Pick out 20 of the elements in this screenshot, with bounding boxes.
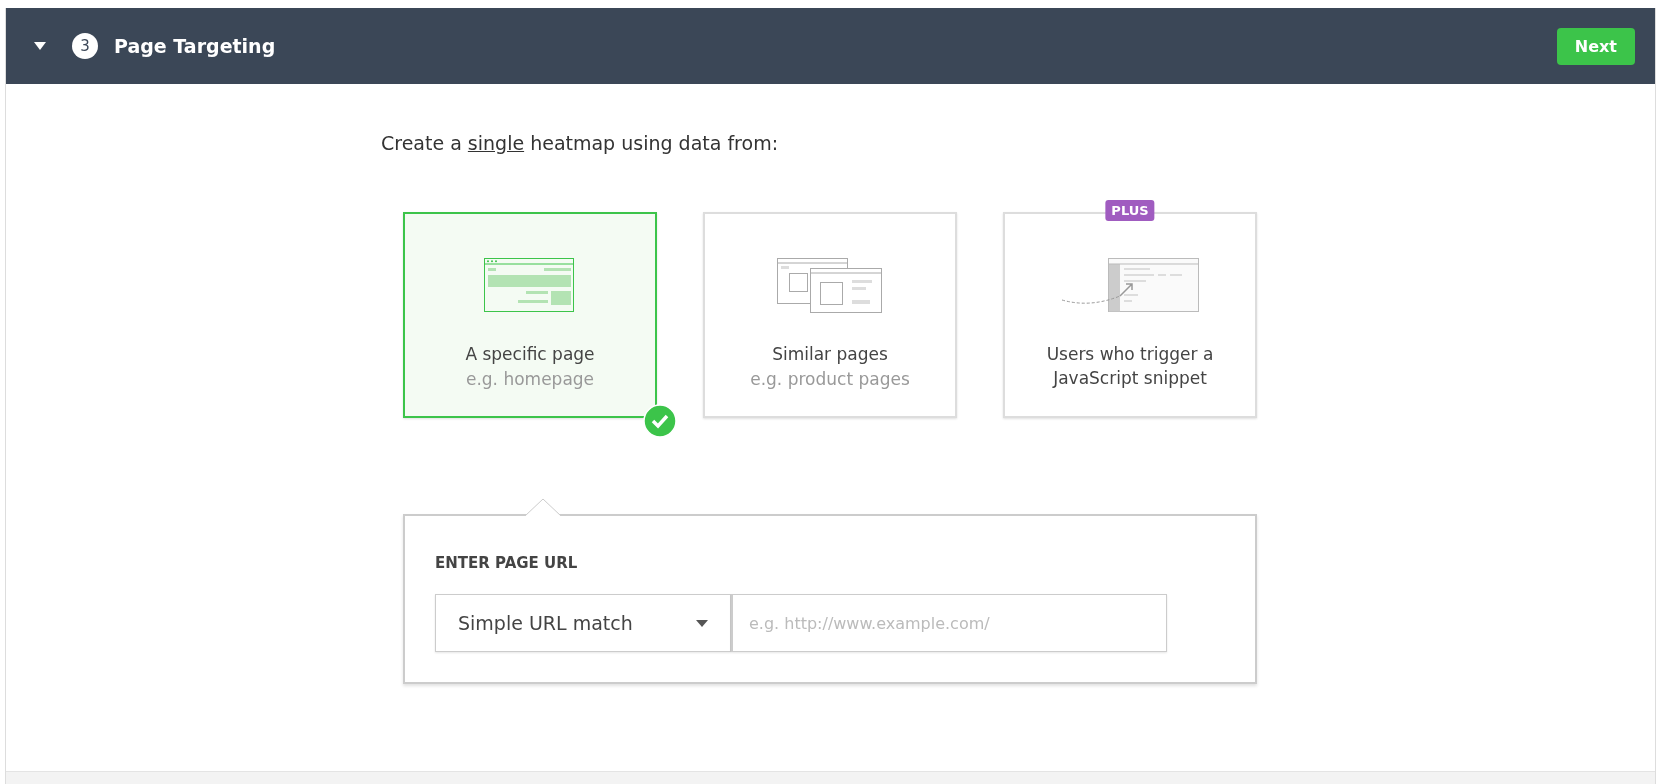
option-card[interactable]: Similar pages e.g. product pages <box>703 212 957 418</box>
url-input-field[interactable]: e.g. http://www.example.com/ <box>731 594 1167 652</box>
webpage-icon <box>484 258 576 314</box>
plan-badge: PLUS <box>1105 200 1155 221</box>
match-type-dropdown[interactable]: Simple URL match <box>435 594 731 652</box>
step-number: 3 <box>72 33 98 59</box>
option-title: Similar pages <box>771 343 889 366</box>
checkmark-icon <box>643 404 677 438</box>
webpages-icon <box>777 258 883 314</box>
option-card[interactable]: A specific page e.g. homepage <box>403 212 657 418</box>
option-title: A specific page <box>464 343 596 366</box>
section-title: Page Targeting <box>114 35 276 57</box>
option-example: e.g. product pages <box>750 368 910 391</box>
option-title: Users who trigger a JavaScript snippet <box>1045 343 1215 390</box>
code-page-icon <box>1060 258 1200 314</box>
field-label: ENTER PAGE URL <box>435 554 579 572</box>
heading: Create a single heatmap using data from: <box>381 131 780 154</box>
caret-icon[interactable] <box>34 42 46 50</box>
option-example: e.g. homepage <box>465 368 595 391</box>
dropdown-caret-icon <box>696 619 708 627</box>
